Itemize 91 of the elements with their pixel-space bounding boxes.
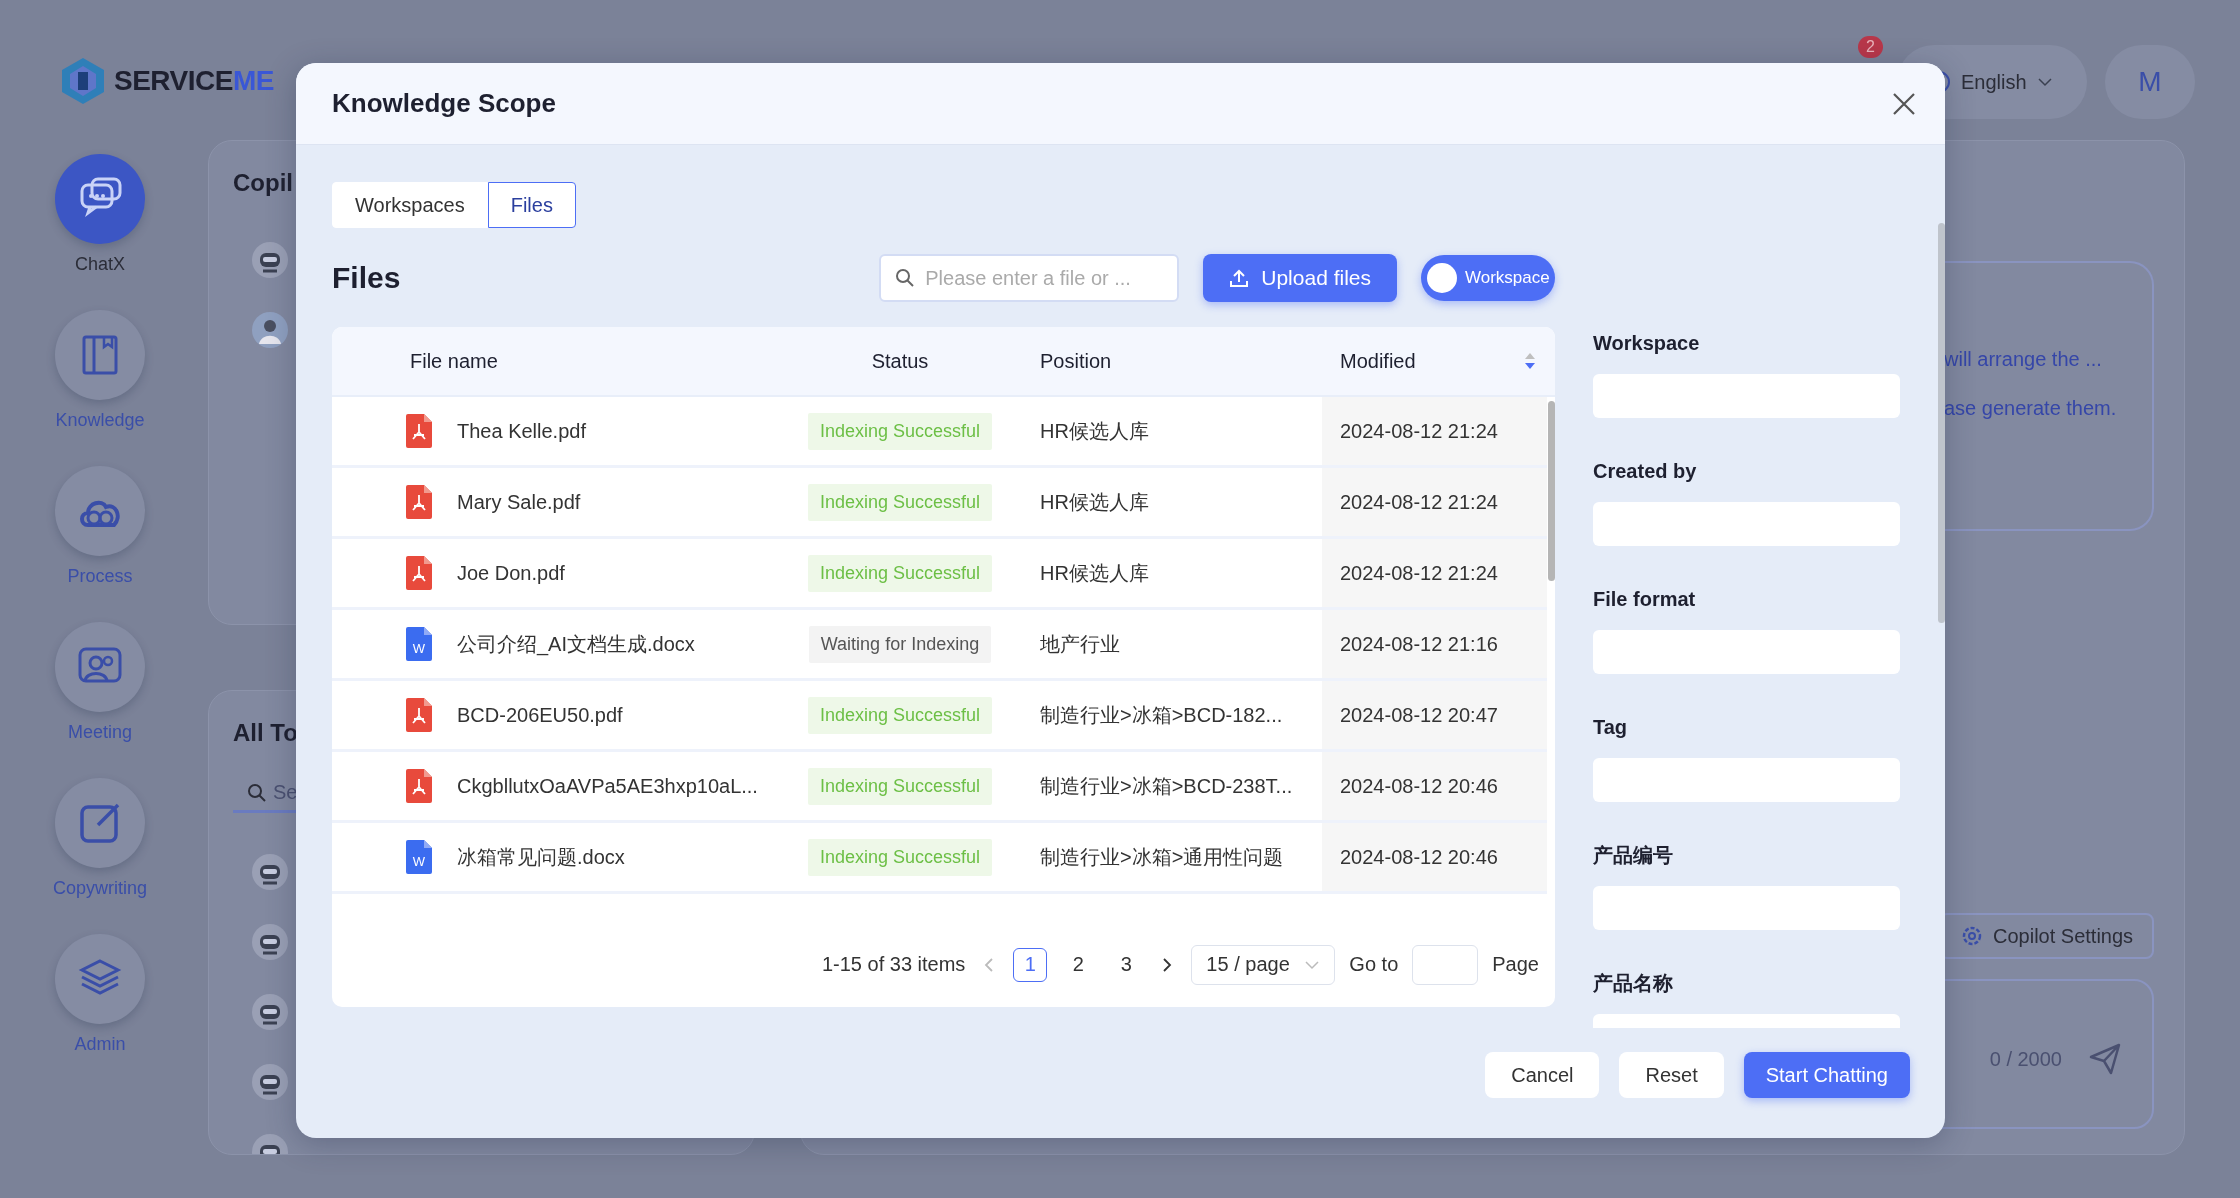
scrollbar[interactable] xyxy=(1548,401,1555,581)
notification-badge: 2 xyxy=(1858,36,1883,58)
modified-date: 2024-08-12 21:24 xyxy=(1322,539,1547,607)
goto-label: Go to xyxy=(1349,953,1399,976)
dialog-button[interactable]: Cancel xyxy=(1485,1052,1600,1098)
filter-field[interactable] xyxy=(1593,886,1900,930)
pdf-file-icon xyxy=(406,414,432,448)
modified-date: 2024-08-12 21:16 xyxy=(1322,610,1547,678)
file-name[interactable]: Mary Sale.pdf xyxy=(442,468,792,536)
column-header: Modified xyxy=(1339,349,1416,373)
status-tag: Indexing Successful xyxy=(807,696,993,734)
status-tag: Indexing Successful xyxy=(807,838,993,876)
close-icon[interactable] xyxy=(1891,90,1917,117)
column-header: File name xyxy=(409,349,499,373)
logo-icon xyxy=(60,56,106,106)
file-name[interactable]: 冰箱常见问题.docx xyxy=(442,823,792,891)
page-label: Page xyxy=(1492,953,1539,976)
word-file-icon: W xyxy=(406,840,432,874)
dialog-button[interactable]: Start Chatting xyxy=(1743,1052,1910,1098)
file-name[interactable]: Joe Don.pdf xyxy=(442,539,792,607)
file-position: 制造行业>冰箱>BCD-182... xyxy=(1039,702,1284,728)
modified-date: 2024-08-12 21:24 xyxy=(1322,397,1547,465)
page-size-select[interactable]: 15 / page xyxy=(1191,944,1336,985)
filter-field[interactable] xyxy=(1593,502,1900,546)
filter-field[interactable] xyxy=(1593,374,1900,418)
file-name[interactable]: Thea Kelle.pdf xyxy=(442,397,792,465)
column-header: Position xyxy=(1039,349,1113,373)
modified-date: 2024-08-12 21:24 xyxy=(1322,468,1547,536)
filter-field[interactable] xyxy=(1593,758,1900,802)
dialog-title: Knowledge Scope xyxy=(332,88,556,119)
file-position: HR候选人库 xyxy=(1039,560,1150,586)
person-avatar-icon xyxy=(251,311,289,349)
filter-label: 产品编号 xyxy=(1593,843,1674,868)
file-position: 制造行业>冰箱>通用性问题 xyxy=(1039,844,1285,870)
pdf-file-icon xyxy=(406,769,432,803)
modified-date: 2024-08-12 20:46 xyxy=(1322,823,1547,891)
file-search-field[interactable]: Please enter a file or ... xyxy=(879,254,1180,302)
modified-date: 2024-08-12 20:47 xyxy=(1322,681,1547,749)
status-tag: Waiting for Indexing xyxy=(808,625,992,663)
column-header: Status xyxy=(870,349,930,373)
pdf-file-icon xyxy=(406,485,432,519)
page-number[interactable]: 3 xyxy=(1109,947,1144,982)
robot-avatar-icon xyxy=(251,241,289,279)
file-name[interactable]: BCD-206EU50.pdf xyxy=(442,681,792,749)
suggestion-text[interactable]: will arrange the ... xyxy=(1944,348,2152,371)
status-tag: Indexing Successful xyxy=(807,554,993,592)
panel-title: All To xyxy=(233,719,298,747)
filter-label: Workspace xyxy=(1593,331,1701,356)
search-icon xyxy=(895,268,916,288)
robot-avatar-icon xyxy=(251,923,289,961)
page-number[interactable]: 1 xyxy=(1013,947,1048,982)
file-name[interactable]: 公司介绍_AI文档生成.docx xyxy=(442,610,792,678)
send-icon[interactable] xyxy=(2088,1042,2122,1076)
suggestion-text[interactable]: ase generate them. xyxy=(1944,397,2152,420)
user-avatar[interactable]: M xyxy=(2105,45,2195,119)
pdf-file-icon xyxy=(406,556,432,590)
filter-field[interactable] xyxy=(1593,630,1900,674)
file-position: 地产行业 xyxy=(1039,631,1121,657)
robot-avatar-icon xyxy=(251,853,289,891)
gear-icon xyxy=(1961,925,1983,947)
status-tag: Indexing Successful xyxy=(807,483,993,521)
page-input[interactable] xyxy=(1412,944,1479,985)
workspace-toggle[interactable]: Workspace xyxy=(1421,255,1555,301)
pagination-summary: 1-15 of 33 items xyxy=(821,953,966,976)
tab[interactable]: Workspaces xyxy=(332,182,488,228)
file-position: HR候选人库 xyxy=(1039,489,1150,515)
file-name[interactable]: CkgbllutxOaAVPa5AE3hxp10aL... xyxy=(442,752,792,820)
filter-label: 产品名称 xyxy=(1593,971,1674,996)
filter-label: File format xyxy=(1593,587,1697,612)
tab[interactable]: Files xyxy=(487,182,576,228)
filter-label: Tag xyxy=(1593,715,1629,740)
logo-wordmark: SERVICEME xyxy=(114,65,274,97)
pdf-file-icon xyxy=(406,698,432,732)
filter-label: Created by xyxy=(1593,459,1698,484)
dialog-button[interactable]: Reset xyxy=(1619,1052,1724,1098)
file-position: HR候选人库 xyxy=(1039,418,1150,444)
page-number[interactable]: 2 xyxy=(1061,947,1096,982)
section-heading: Files xyxy=(332,261,402,295)
robot-avatar-icon xyxy=(251,993,289,1031)
search-icon xyxy=(247,782,267,803)
scrollbar[interactable] xyxy=(1938,223,1945,623)
robot-avatar-icon xyxy=(251,1063,289,1101)
status-tag: Indexing Successful xyxy=(807,767,993,805)
word-file-icon: W xyxy=(406,627,432,661)
upload-icon xyxy=(1229,268,1250,288)
modified-date: 2024-08-12 20:46 xyxy=(1322,752,1547,820)
status-tag: Indexing Successful xyxy=(807,412,993,450)
character-count: 0 / 2000 xyxy=(1989,1047,2062,1071)
file-position: 制造行业>冰箱>BCD-238T... xyxy=(1039,773,1294,799)
upload-files-button[interactable]: Upload files xyxy=(1203,254,1397,302)
panel-title: Copil xyxy=(233,169,293,197)
